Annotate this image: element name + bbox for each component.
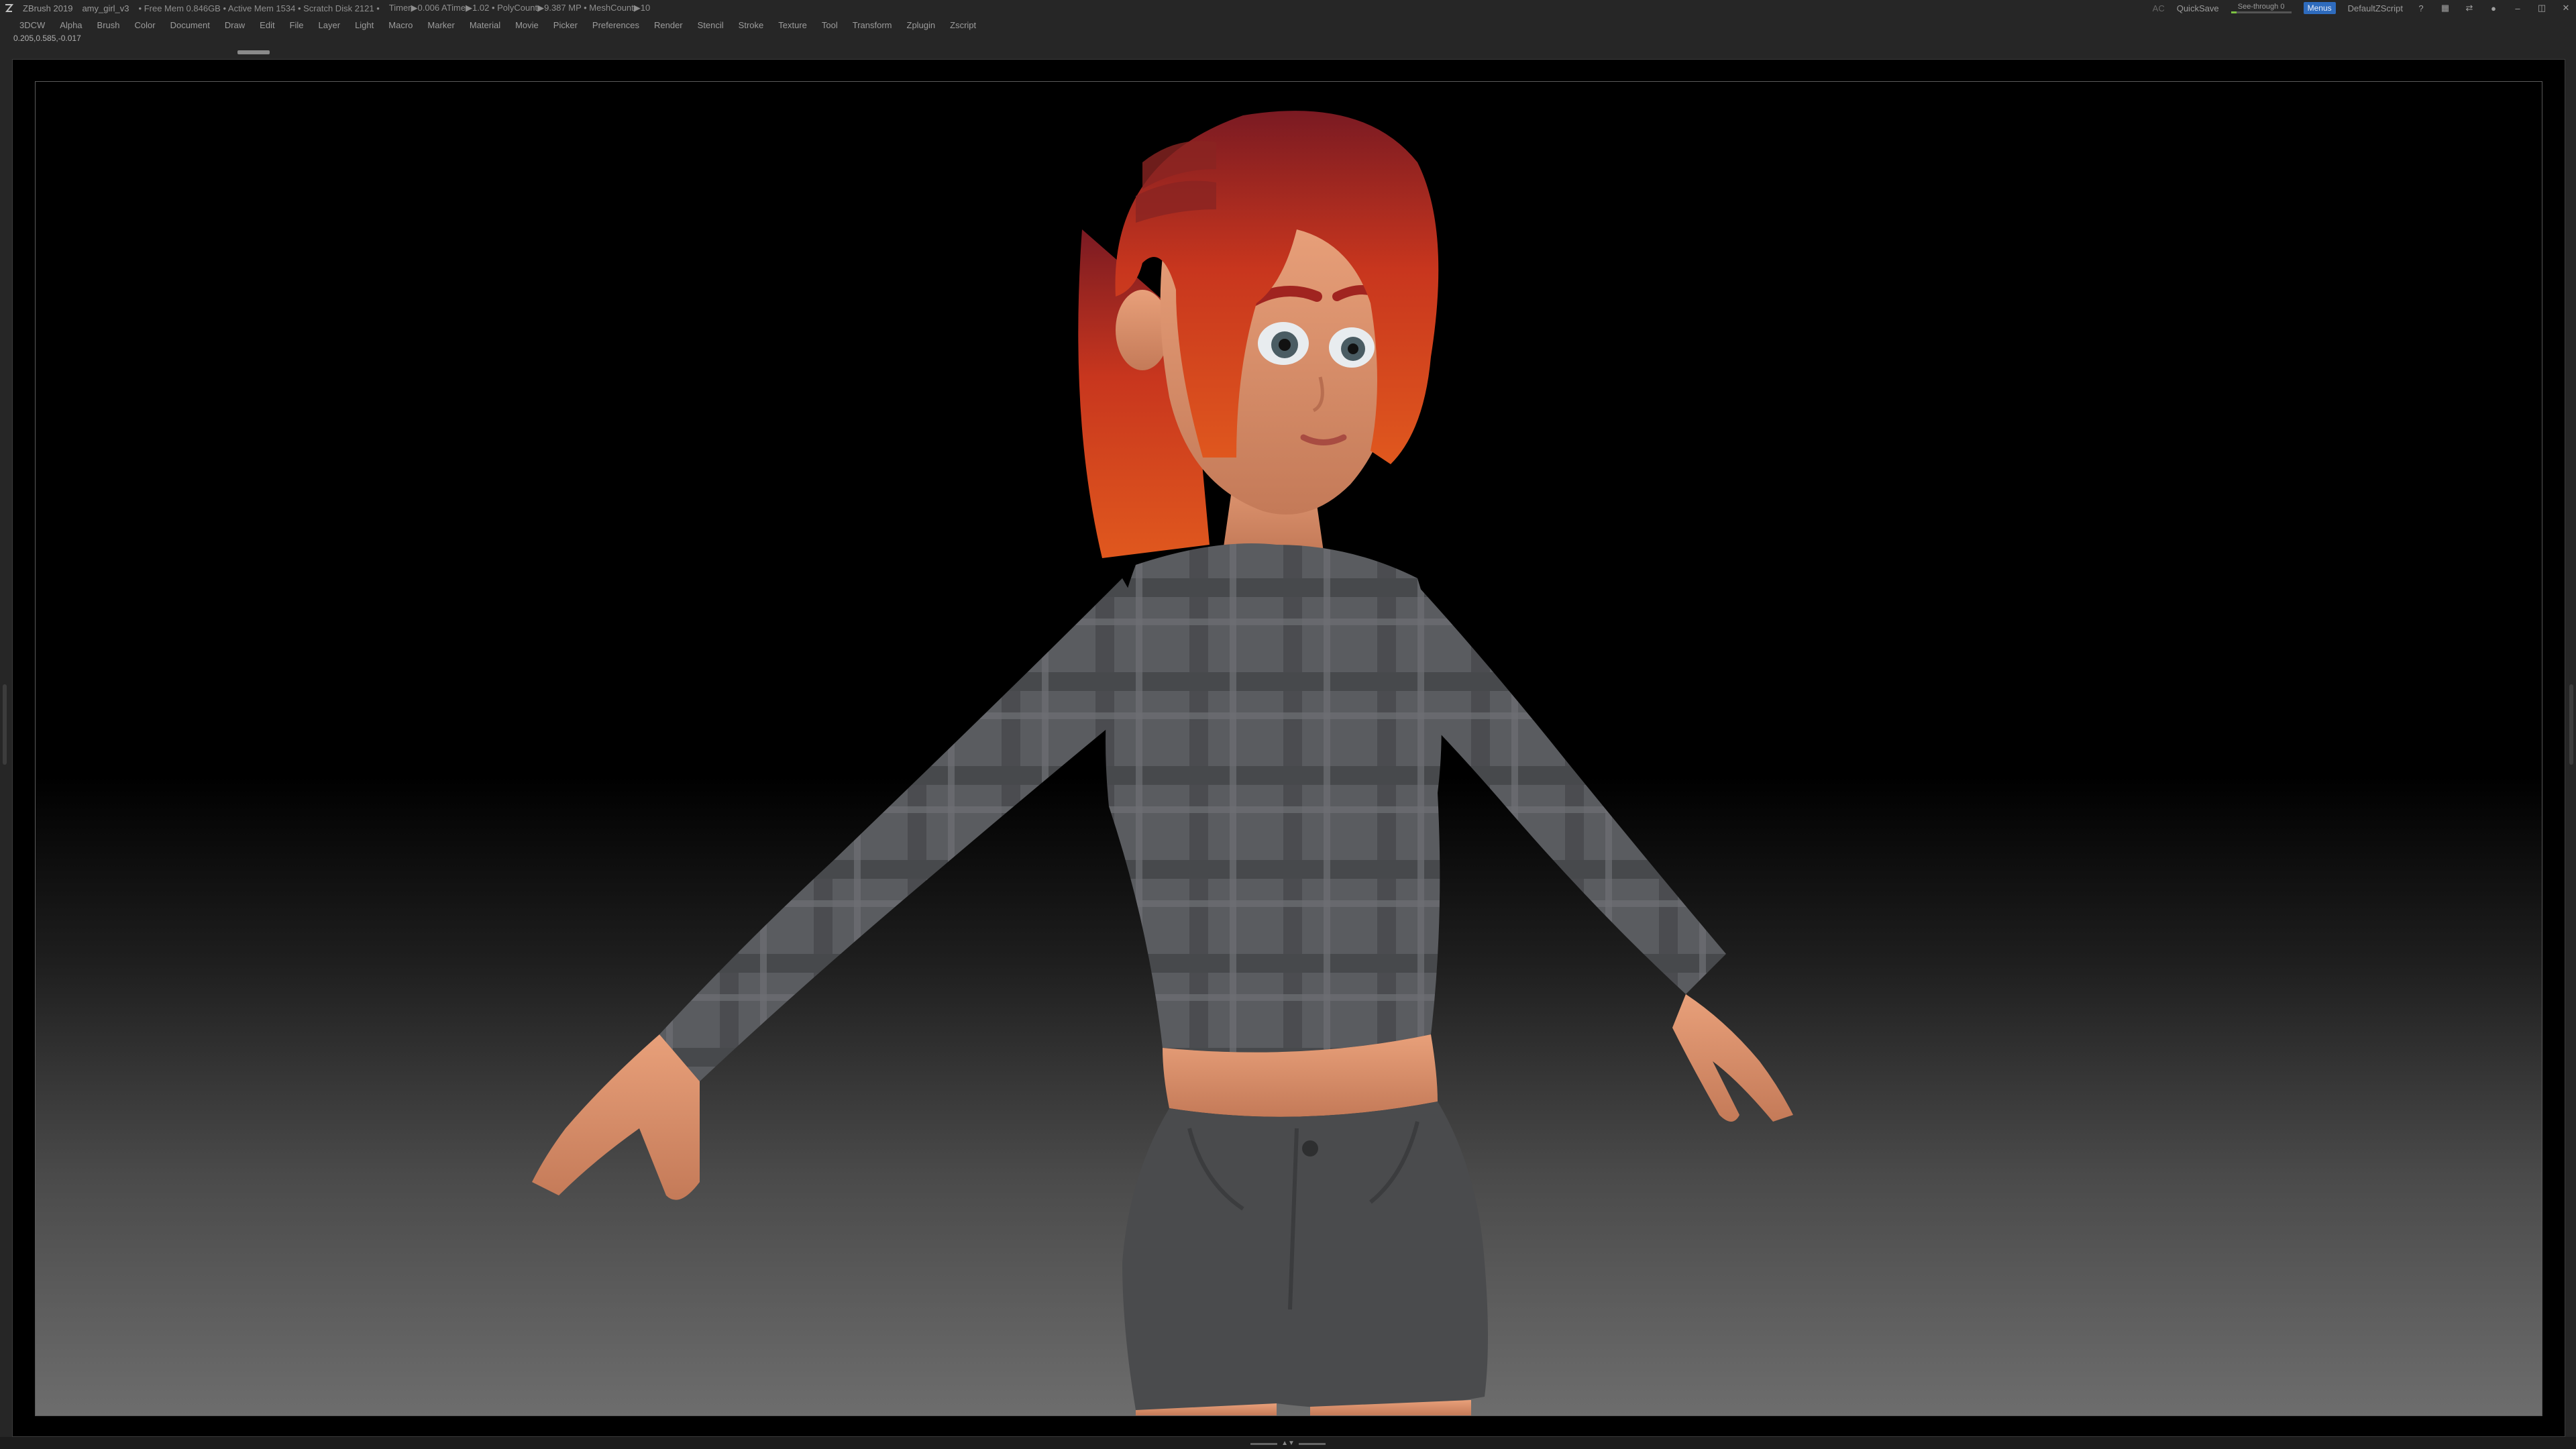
menu-file[interactable]: File <box>282 20 311 30</box>
menu-tool[interactable]: Tool <box>814 20 845 30</box>
zbrush-logo-icon <box>5 4 13 12</box>
menu-edit[interactable]: Edit <box>252 20 282 30</box>
menu-transform[interactable]: Transform <box>845 20 900 30</box>
default-zscript-button[interactable]: DefaultZScript <box>2348 3 2403 13</box>
menu-stroke[interactable]: Stroke <box>731 20 771 30</box>
menu-picker[interactable]: Picker <box>546 20 585 30</box>
menu-texture[interactable]: Texture <box>771 20 814 30</box>
minimize-icon[interactable]: ‒ <box>2512 2 2524 14</box>
see-through-fill <box>2231 11 2237 13</box>
menu-marker[interactable]: Marker <box>420 20 462 30</box>
menus-toggle-button[interactable]: Menus <box>2303 2 2336 14</box>
top-shelf-handle[interactable] <box>237 50 270 54</box>
menu-stencil[interactable]: Stencil <box>690 20 731 30</box>
bottom-tray: ▲▼ <box>0 1437 2576 1449</box>
grip-right <box>1298 1442 1326 1445</box>
shirt <box>1106 543 1442 1053</box>
shorts-button <box>1302 1140 1318 1157</box>
left-sleeve <box>659 578 1176 1081</box>
menu-alpha[interactable]: Alpha <box>52 20 89 30</box>
menu-macro[interactable]: Macro <box>381 20 420 30</box>
menu-movie[interactable]: Movie <box>508 20 546 30</box>
ac-toggle[interactable]: AC <box>2153 3 2165 13</box>
menu-document[interactable]: Document <box>163 20 217 30</box>
layout-icon[interactable]: ▦ <box>2439 2 2451 14</box>
cursor-coordinates: 0.205,0.585,-0.017 <box>13 34 81 43</box>
swap-icon[interactable]: ⇄ <box>2463 2 2475 14</box>
title-bar: ZBrush 2019 amy_girl_v3 • Free Mem 0.846… <box>0 0 2576 16</box>
help-icon[interactable]: ? <box>2415 2 2427 14</box>
see-through-track[interactable] <box>2231 11 2292 13</box>
menu-zscript[interactable]: Zscript <box>943 20 983 30</box>
quicksave-button[interactable]: QuickSave <box>2177 3 2219 13</box>
menu-zplugin[interactable]: Zplugin <box>900 20 943 30</box>
timer-stats: Timer▶0.006 ATime▶1.02 • PolyCount▶9.387… <box>388 3 651 13</box>
left-hand <box>532 1034 700 1200</box>
menu-draw[interactable]: Draw <box>217 20 252 30</box>
menu-3dcw[interactable]: 3DCW <box>12 20 52 30</box>
sculpt-model[interactable] <box>36 82 2542 1415</box>
app-title: ZBrush 2019 <box>23 3 73 13</box>
close-icon[interactable]: ✕ <box>2560 2 2572 14</box>
menu-material[interactable]: Material <box>462 20 508 30</box>
menu-light[interactable]: Light <box>347 20 381 30</box>
right-pupil <box>1348 343 1358 354</box>
menu-render[interactable]: Render <box>647 20 690 30</box>
bottom-tray-handle[interactable]: ▲▼ <box>1246 1440 1330 1447</box>
right-hand <box>1672 994 1793 1122</box>
menu-brush[interactable]: Brush <box>90 20 127 30</box>
left-tray-handle[interactable] <box>3 684 7 765</box>
see-through-slider[interactable]: See-through 0 <box>2231 3 2292 13</box>
see-through-label: See-through 0 <box>2237 2 2285 11</box>
right-tray-handle[interactable] <box>2569 684 2573 765</box>
menu-layer[interactable]: Layer <box>311 20 348 30</box>
memory-stats: • Free Mem 0.846GB • Active Mem 1534 • S… <box>138 3 380 13</box>
left-pupil <box>1279 339 1291 351</box>
menu-preferences[interactable]: Preferences <box>585 20 647 30</box>
menu-color[interactable]: Color <box>127 20 163 30</box>
expand-arrow-icon: ▲▼ <box>1281 1440 1295 1447</box>
3d-viewport[interactable] <box>35 81 2542 1416</box>
grip-left <box>1250 1442 1278 1445</box>
main-menu-bar: 3DCW Alpha Brush Color Document Draw Edi… <box>0 17 983 32</box>
lock-icon[interactable]: ● <box>2487 2 2500 14</box>
document-name: amy_girl_v3 <box>82 3 129 13</box>
maximize-icon[interactable]: ◫ <box>2536 2 2548 14</box>
